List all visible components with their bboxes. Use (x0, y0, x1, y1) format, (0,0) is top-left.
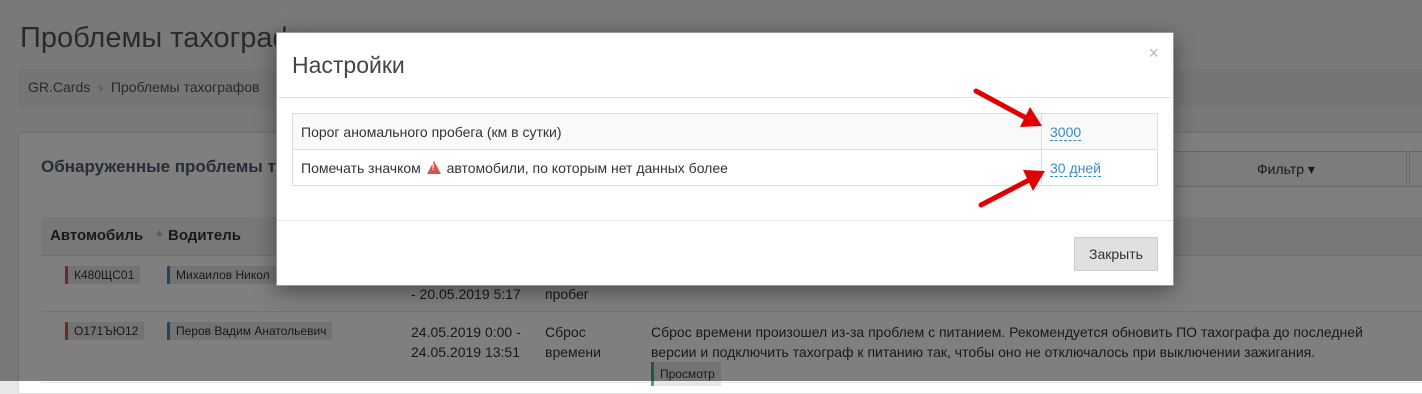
close-button[interactable]: Закрыть (1074, 237, 1158, 271)
setting-label-before: Помечать значком (301, 160, 421, 176)
modal-title: Настройки (292, 52, 405, 78)
setting-label-after: автомобили, по которым нет данных более (446, 160, 728, 176)
arrow-icon (973, 88, 1042, 127)
setting-label: Помечать значком автомобили, по которым … (301, 160, 728, 176)
warning-icon (426, 161, 441, 174)
settings-modal: Настройки × Порог аномального пробега (к… (276, 32, 1174, 286)
arrow-icon (978, 170, 1045, 208)
close-icon[interactable]: × (1148, 43, 1159, 64)
nodata-days-link[interactable]: 30 дней (1050, 160, 1101, 177)
mileage-threshold-link[interactable]: 3000 (1050, 124, 1082, 141)
setting-label: Порог аномального пробега (км в сутки) (301, 124, 562, 140)
modal-footer: Закрыть (277, 220, 1173, 285)
